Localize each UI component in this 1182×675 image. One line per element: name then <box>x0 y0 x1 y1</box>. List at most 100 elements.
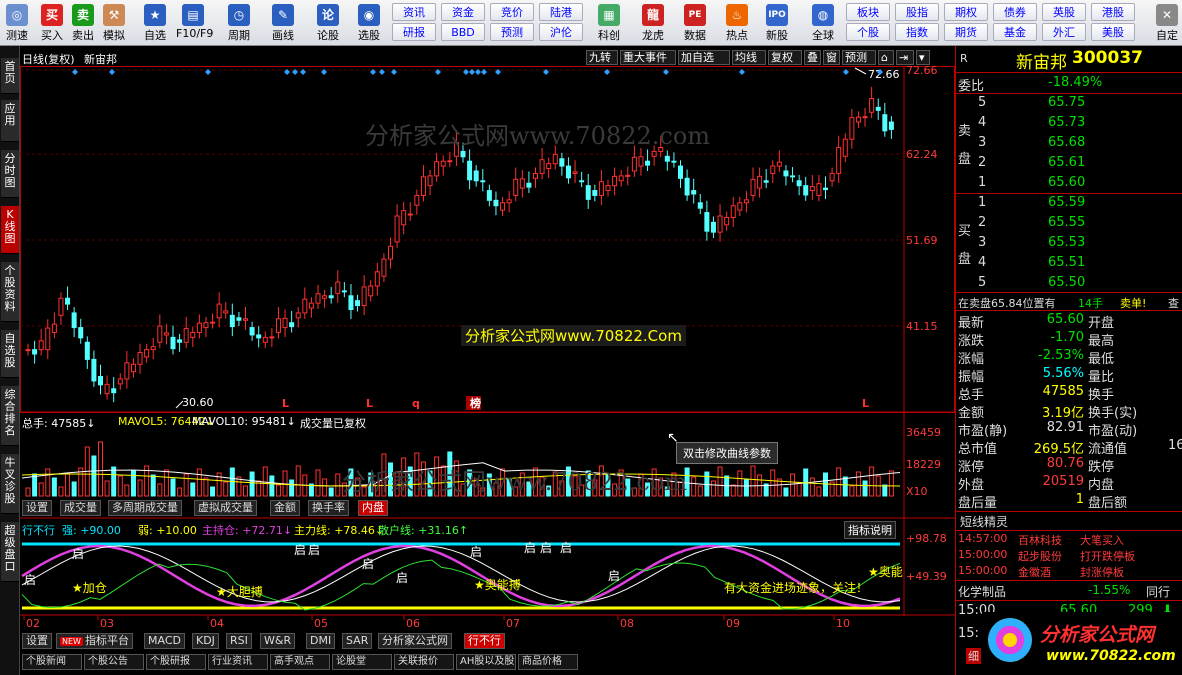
toolbar-cell[interactable]: 沪伦 <box>539 23 583 41</box>
toolbar-button-16[interactable]: ✕ 自定 <box>1150 2 1182 44</box>
chart-area[interactable]: 72.66 62.24 51.69 41.15 72.66 30.60 L Lq 榜 L 36459… <box>20 46 955 675</box>
chart-toolbar-item[interactable]: ▾ <box>916 50 930 65</box>
toolbar-cell[interactable]: 指数 <box>895 23 939 41</box>
chart-toolbar-item[interactable]: 均线 <box>732 50 766 65</box>
volume-tab[interactable]: 换手率 <box>308 500 349 516</box>
indicator-tab[interactable]: NEW 指标平台 <box>56 633 133 649</box>
toolbar-button-14[interactable]: IPO 新股 <box>760 2 794 44</box>
info-link[interactable]: 个股公告 <box>84 654 144 670</box>
indicator-tab[interactable]: W&R <box>260 633 296 649</box>
volume-tab[interactable]: 金额 <box>270 500 300 516</box>
toolbar-cell[interactable]: 陆港 <box>539 3 583 21</box>
toolbar-cell[interactable]: 板块 <box>846 3 890 21</box>
chart-toolbar-item[interactable]: ⌂ <box>878 50 894 65</box>
indicator-tab[interactable]: KDJ <box>192 633 219 649</box>
left-tab[interactable]: 首页 <box>1 58 19 94</box>
indicator-tab[interactable]: RSI <box>226 633 252 649</box>
volume-tab[interactable]: 虚拟成交量 <box>194 500 257 516</box>
chart-toolbar-item[interactable]: 预测 <box>842 50 876 65</box>
toolbar-cell[interactable]: 美股 <box>1091 23 1135 41</box>
toolbar-cell[interactable]: 股指 <box>895 3 939 21</box>
chart-toolbar-item[interactable]: ⇥ <box>896 50 914 65</box>
toolbar-button-5[interactable]: ▤ F10/F9 <box>176 2 213 44</box>
info-link[interactable]: 商品价格 <box>518 654 578 670</box>
left-tab[interactable]: 超级盘口 <box>1 522 19 582</box>
event-marker[interactable]: L <box>862 397 869 410</box>
toolbar-button-7[interactable]: ✎ 画线 <box>266 2 300 44</box>
toolbar-cell[interactable]: 外汇 <box>1042 23 1086 41</box>
toolbar-button-8[interactable]: 论论股 <box>311 2 345 44</box>
event-diamond-icon[interactable] <box>379 69 385 75</box>
left-tab[interactable]: 个股资料 <box>1 262 19 322</box>
chart-toolbar-item[interactable]: 九转 <box>586 50 618 65</box>
chart-toolbar-item[interactable]: 加自选 <box>678 50 730 65</box>
event-diamond-icon[interactable] <box>300 69 306 75</box>
toolbar-button-2[interactable]: 卖卖出 <box>66 2 100 44</box>
info-link[interactable]: 关联报价 <box>394 654 454 670</box>
event-diamond-icon[interactable] <box>469 69 475 75</box>
toolbar-cell[interactable]: 竞价 <box>490 3 534 21</box>
toolbar-cell[interactable]: 基金 <box>993 23 1037 41</box>
event-diamond-icon[interactable] <box>475 69 481 75</box>
info-link[interactable]: AH股以及股 <box>456 654 516 670</box>
indicator-help-button[interactable]: 指标说明 <box>844 521 896 539</box>
chart-toolbar-item[interactable]: 复权 <box>768 50 802 65</box>
chart-toolbar-item[interactable]: 重大事件 <box>620 50 676 65</box>
event-diamond-icon[interactable] <box>109 69 115 75</box>
volume-tab[interactable]: 内盘 <box>358 500 388 516</box>
info-link[interactable]: 论股堂 <box>332 654 392 670</box>
indicator-tab[interactable]: DMI <box>306 633 336 649</box>
toolbar-cell[interactable]: 个股 <box>846 23 890 41</box>
event-diamond-icon[interactable] <box>72 69 78 75</box>
left-tab[interactable]: K线图 <box>1 206 19 254</box>
toolbar-cell[interactable]: 期货 <box>944 23 988 41</box>
volume-tab[interactable]: 设置 <box>22 500 52 516</box>
info-link[interactable]: 行业资讯 <box>208 654 268 670</box>
toolbar-cell[interactable]: 期权 <box>944 3 988 21</box>
toolbar-button-1[interactable]: 买买入 <box>35 2 69 44</box>
left-tab[interactable]: 应用 <box>1 100 19 142</box>
event-diamond-icon[interactable] <box>205 69 211 75</box>
volume-tab[interactable]: 成交量 <box>60 500 101 516</box>
toolbar-button-4[interactable]: ★ 自选 <box>138 2 172 44</box>
chart-toolbar-item[interactable]: 叠 <box>804 50 821 65</box>
indicator-tab[interactable]: SAR <box>342 633 373 649</box>
toolbar-button-11[interactable]: 龍龙虎 <box>636 2 670 44</box>
left-tab[interactable]: 综合排名 <box>1 386 19 446</box>
event-marker[interactable]: q <box>412 397 420 410</box>
event-diamond-icon[interactable] <box>481 69 487 75</box>
toolbar-button-12[interactable]: PE 数据 <box>678 2 712 44</box>
info-link[interactable]: 个股新闻 <box>22 654 82 670</box>
event-marker[interactable]: L <box>282 397 289 410</box>
toolbar-button-10[interactable]: ▦ 科创 <box>592 2 626 44</box>
event-diamond-icon[interactable] <box>391 69 397 75</box>
toolbar-button-0[interactable]: ◎ 测速 <box>0 2 34 44</box>
toolbar-cell[interactable]: 研报 <box>392 23 436 41</box>
left-tab[interactable]: 自选股 <box>1 330 19 378</box>
event-marker[interactable]: 榜 <box>470 396 481 410</box>
toolbar-button-6[interactable]: ◷ 周期 <box>222 2 256 44</box>
indicator-tab[interactable]: 行不行 <box>464 633 505 649</box>
chart-toolbar-item[interactable]: 窗 <box>823 50 840 65</box>
toolbar-cell[interactable]: 港股 <box>1091 3 1135 21</box>
toolbar-cell[interactable]: 预测 <box>490 23 534 41</box>
toolbar-cell[interactable]: 英股 <box>1042 3 1086 21</box>
toolbar-cell[interactable]: BBD <box>441 23 485 41</box>
toolbar-button-9[interactable]: ◉ 选股 <box>352 2 386 44</box>
indicator-tab[interactable]: 设置 <box>22 633 52 649</box>
event-diamond-icon[interactable] <box>463 69 469 75</box>
toolbar-cell[interactable]: 资金 <box>441 3 485 21</box>
toolbar-button-3[interactable]: ⚒ 模拟 <box>97 2 131 44</box>
toolbar-button-15[interactable]: ◍ 全球 <box>806 2 840 44</box>
indicator-tab[interactable]: MACD <box>144 633 185 649</box>
left-tab[interactable]: 分时图 <box>1 150 19 198</box>
event-marker[interactable]: L <box>366 397 373 410</box>
indicator-tab[interactable]: 分析家公式网 <box>378 633 452 649</box>
left-tab[interactable]: 牛叉诊股 <box>1 454 19 514</box>
toolbar-button-13[interactable]: ♨ 热点 <box>720 2 754 44</box>
volume-tab[interactable]: 多周期成交量 <box>108 500 182 516</box>
info-link[interactable]: 个股研报 <box>146 654 206 670</box>
toolbar-cell[interactable]: 债券 <box>993 3 1037 21</box>
info-link[interactable]: 高手观点 <box>270 654 330 670</box>
event-diamond-icon[interactable] <box>739 69 745 75</box>
